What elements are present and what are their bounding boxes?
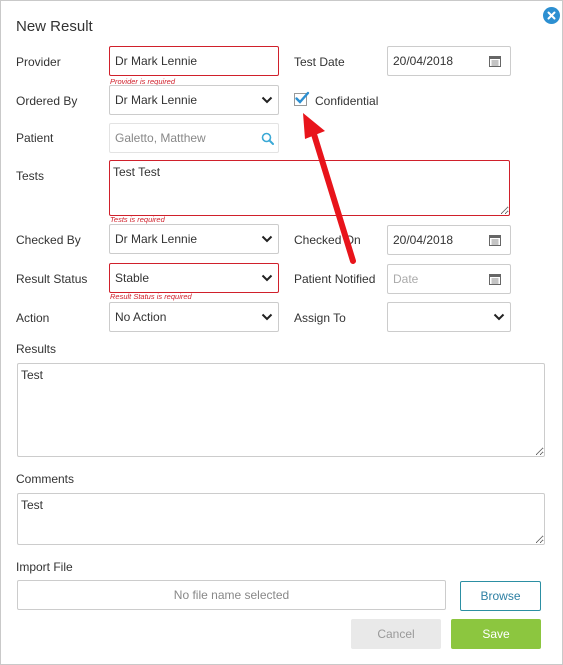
comments-label: Comments [16,472,75,486]
chevron-down-icon [261,313,273,321]
result-status-label: Result Status [16,272,88,286]
assign-to-select[interactable] [387,302,511,332]
test-date-input[interactable]: 20/04/2018 [387,46,511,76]
ordered-by-label: Ordered By [16,94,78,108]
new-result-dialog: New Result Provider Dr Mark Lennie Provi… [0,0,563,665]
chevron-down-icon [261,96,273,104]
calendar-icon[interactable] [489,234,501,246]
cancel-button[interactable]: Cancel [351,619,441,649]
tests-label: Tests [16,169,45,183]
patient-notified-placeholder: Date [393,272,419,286]
tests-textarea[interactable] [109,160,510,216]
test-date-label: Test Date [294,55,345,69]
action-label: Action [16,311,50,325]
ordered-by-value: Dr Mark Lennie [115,93,198,107]
checked-on-value: 20/04/2018 [393,233,454,247]
import-file-label: Import File [16,560,73,574]
close-button[interactable] [543,7,560,24]
chevron-down-icon [493,313,505,321]
action-value: No Action [115,310,167,324]
action-select[interactable]: No Action [109,302,279,332]
comments-textarea[interactable] [17,493,545,545]
checked-by-value: Dr Mark Lennie [115,232,198,246]
browse-button[interactable]: Browse [460,581,541,611]
chevron-down-icon [261,235,273,243]
test-date-value: 20/04/2018 [393,54,454,68]
results-textarea[interactable] [17,363,545,457]
chevron-down-icon [261,274,273,282]
provider-input[interactable]: Dr Mark Lennie [109,46,279,76]
patient-notified-input[interactable]: Date [387,264,511,294]
save-button[interactable]: Save [451,619,541,649]
checked-on-input[interactable]: 20/04/2018 [387,225,511,255]
provider-label: Provider [16,55,61,69]
patient-label: Patient [16,131,54,145]
checked-by-select[interactable]: Dr Mark Lennie [109,224,279,254]
checkmark-icon [295,91,310,104]
calendar-icon[interactable] [489,273,501,285]
tests-error: Tests is required [110,215,165,224]
confidential-label: Confidential [315,94,379,108]
dialog-title: New Result [16,18,93,35]
results-label: Results [16,342,57,356]
checked-by-label: Checked By [16,233,81,247]
result-status-value: Stable [115,271,150,285]
calendar-icon[interactable] [489,55,501,67]
provider-value: Dr Mark Lennie [115,54,198,68]
patient-input[interactable]: Galetto, Matthew [109,123,279,153]
search-icon[interactable] [261,132,274,145]
assign-to-label: Assign To [294,311,346,325]
patient-notified-label: Patient Notified [294,272,376,286]
ordered-by-select[interactable]: Dr Mark Lennie [109,85,279,115]
result-status-select[interactable]: Stable [109,263,279,293]
patient-value: Galetto, Matthew [115,131,206,145]
close-icon [547,11,556,20]
file-name-field[interactable]: No file name selected [17,580,446,610]
result-status-error: Result Status is required [110,292,192,301]
checked-on-label: Checked On [294,233,361,247]
